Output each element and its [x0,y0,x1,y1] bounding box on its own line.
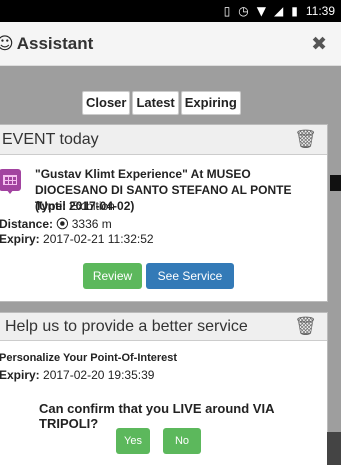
signal-icon: ◢ [274,4,284,18]
battery-icon: ▮ [291,4,298,18]
background-edge [330,175,341,191]
app-header: ☺ Assistant ✖ [0,22,341,66]
event-distance: Distance: ⦿ 3336 m [0,215,112,232]
location-target-icon: ⦿ [56,217,69,231]
page-title: Assistant [16,33,94,53]
survey-expiry-value: 2017-02-20 19:35:39 [43,368,155,382]
event-card-header: EVENT today 🗑 [0,125,327,155]
event-expiry-label: Expiry: [0,232,40,246]
alarm-icon: ◷ [238,4,249,18]
event-type-label: Type: [35,199,67,213]
filter-group: Closer Latest Expiring [82,91,241,115]
event-type-value: Exibition [69,199,115,213]
close-icon[interactable]: ✖ [311,33,327,55]
filter-latest-button[interactable]: Latest [132,91,179,115]
trash-icon[interactable]: 🗑 [294,129,317,150]
vibrate-icon: ▯ [223,4,231,18]
survey-card-header: Help us to provide a better service 🗑 [0,313,327,341]
survey-question: Can confirm that you LIVE around VIA TRI… [39,401,274,431]
event-type: Type: Exibition [35,199,115,213]
no-button[interactable]: No [163,428,201,454]
background-edge [327,432,341,465]
trash-icon[interactable]: 🗑 [294,316,317,337]
wifi-icon: ▼ [256,4,267,18]
event-card: EVENT today 🗑 "Gustav Klimt Experience" … [0,124,328,302]
smiley-icon: ☺ [0,33,14,54]
poi-map-icon [0,169,21,194]
event-card-header-label: EVENT today [2,131,99,148]
yes-button[interactable]: Yes [116,428,150,454]
filter-closer-button[interactable]: Closer [82,91,131,115]
filter-expiring-button[interactable]: Expiring [180,91,241,115]
filter-bar: Closer Latest Expiring [0,66,341,124]
survey-expiry-label: Expiry: [0,368,40,382]
survey-card: Help us to provide a better service 🗑 Pe… [0,312,328,465]
see-service-button[interactable]: See Service [146,263,234,289]
status-bar: ▯ ◷ ▼ ◢ ▮ 11:39 [0,0,341,22]
status-time: 11:39 [305,4,335,18]
survey-expiry: Expiry: 2017-02-20 19:35:39 [0,368,154,382]
event-distance-label: Distance: [0,217,54,231]
review-button[interactable]: Review [83,263,142,289]
event-expiry-value: 2017-02-21 11:32:52 [43,232,154,246]
event-expiry: Expiry: 2017-02-21 11:32:52 [0,232,154,246]
event-distance-value: 3336 m [71,217,112,231]
survey-title: Personalize Your Point-Of-Interest [0,352,178,364]
survey-card-header-label: Help us to provide a better service [5,318,248,335]
